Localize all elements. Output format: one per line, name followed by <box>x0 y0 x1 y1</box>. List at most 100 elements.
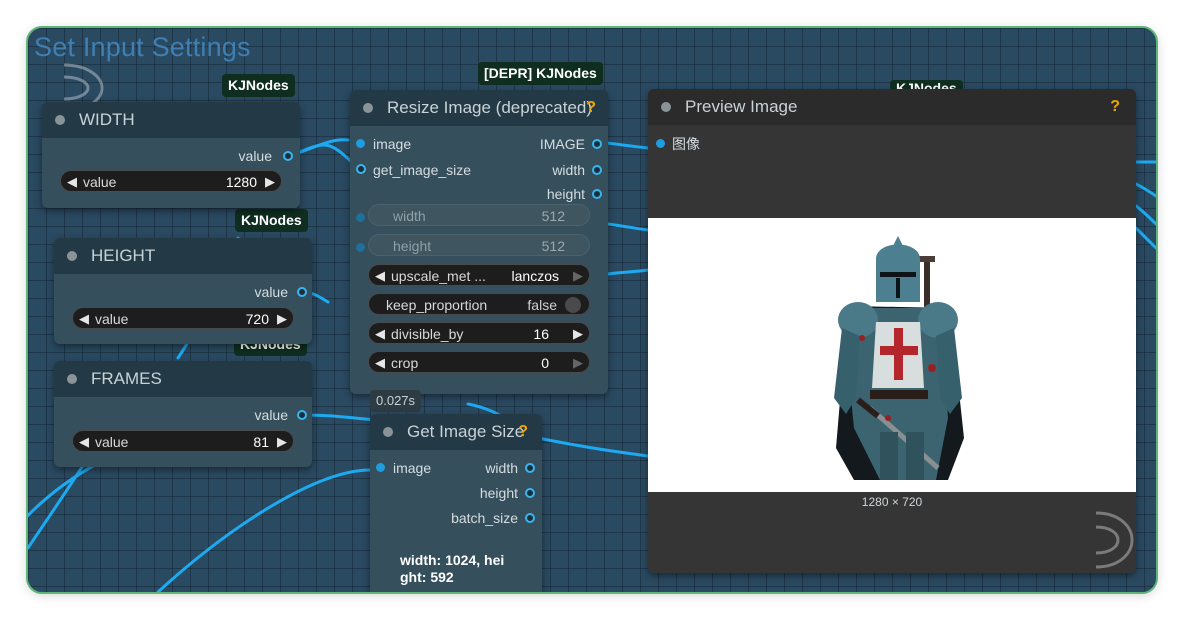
arrow-left-icon[interactable]: ◀ <box>375 265 385 287</box>
output-socket-width[interactable] <box>592 165 602 175</box>
height-node[interactable]: HEIGHT value ◀ value 720 ▶ <box>54 238 312 344</box>
arrow-left-icon[interactable]: ◀ <box>375 323 385 345</box>
resize-height-widget[interactable]: height 512 <box>368 234 590 256</box>
preview-node-title: Preview Image <box>685 97 798 116</box>
input-socket-image[interactable] <box>376 463 385 472</box>
arrow-right-icon[interactable]: ▶ <box>573 352 583 374</box>
arrow-left-icon[interactable]: ◀ <box>79 308 89 330</box>
widget-value: lanczos <box>511 268 559 284</box>
arrow-right-icon[interactable]: ▶ <box>277 308 287 330</box>
height-output-label: value <box>254 284 288 300</box>
input-socket-image[interactable] <box>356 139 365 148</box>
arrow-left-icon[interactable]: ◀ <box>375 352 385 374</box>
width-node[interactable]: WIDTH value ◀ value 1280 ▶ <box>42 102 300 208</box>
resize-width-widget[interactable]: width 512 <box>368 204 590 226</box>
arrow-right-icon[interactable]: ▶ <box>265 171 275 193</box>
frames-output-label: value <box>254 407 288 423</box>
arrow-right-icon[interactable]: ▶ <box>573 265 583 287</box>
frames-output-socket[interactable] <box>297 410 307 420</box>
upscale-method-combo[interactable]: ◀ upscale_met ... lanczos ▶ <box>368 264 590 286</box>
resize-image-node[interactable]: Resize Image (deprecated) ? image get_im… <box>350 90 608 394</box>
group-title[interactable]: Set Input Settings <box>34 32 251 63</box>
help-icon[interactable]: ? <box>586 90 596 126</box>
input-label-get-image-size: get_image_size <box>373 162 472 178</box>
wire-right-4 <box>1134 226 1156 250</box>
height-node-header[interactable]: HEIGHT <box>54 238 312 274</box>
get-image-size-node[interactable]: Get Image Size ? image width height batc… <box>370 414 542 592</box>
output-label-height: height <box>546 186 585 202</box>
widget-value: 16 <box>533 326 549 342</box>
widget-value: 81 <box>253 434 269 450</box>
help-icon[interactable]: ? <box>518 414 528 450</box>
knight-image <box>834 236 964 480</box>
divisible-by-widget[interactable]: ◀ divisible_by 16 ▶ <box>368 322 590 344</box>
preview-image-node[interactable]: Preview Image ? 图像 1280 × 720 <box>648 89 1136 573</box>
output-socket-height[interactable] <box>525 488 535 498</box>
height-badge: KJNodes <box>235 209 308 232</box>
output-label-width: width <box>552 162 585 178</box>
collapse-dot-icon[interactable] <box>363 103 373 113</box>
collapse-dot-icon[interactable] <box>661 102 671 112</box>
output-label-height: height <box>479 485 518 501</box>
resize-node-title: Resize Image (deprecated) <box>387 98 593 117</box>
input-label-image: image <box>393 460 432 476</box>
output-socket-height[interactable] <box>592 189 602 199</box>
converted-input-height-socket[interactable] <box>356 243 365 252</box>
canvas-frame[interactable]: Set Input Settings KJNodes KJNodes KJNod… <box>26 26 1158 594</box>
wire-getsize-in <box>156 468 375 592</box>
output-label-image: IMAGE <box>539 136 585 152</box>
arrow-left-icon[interactable]: ◀ <box>79 431 89 453</box>
wire-mid-1 <box>606 268 650 276</box>
input-label-image: image <box>373 136 412 152</box>
widget-value: 720 <box>245 311 269 327</box>
height-value-widget[interactable]: ◀ value 720 ▶ <box>72 307 294 329</box>
height-output-socket[interactable] <box>297 287 307 297</box>
widget-name: width <box>393 208 426 224</box>
output-socket-image[interactable] <box>592 139 602 149</box>
widget-name: value <box>95 311 129 327</box>
width-output-label: value <box>238 148 272 164</box>
widget-value: 512 <box>541 238 565 254</box>
widget-name: upscale_met ... <box>391 268 486 284</box>
converted-input-width-socket[interactable] <box>356 213 365 222</box>
frames-node-header[interactable]: FRAMES <box>54 361 312 397</box>
wire-mid-2 <box>606 222 650 232</box>
widget-name: value <box>95 434 129 450</box>
execution-time-badge: 0.027s <box>370 390 422 412</box>
wire-right-2 <box>1134 182 1156 198</box>
preview-node-header[interactable]: Preview Image ? <box>648 89 1136 125</box>
input-socket-image[interactable] <box>656 139 665 148</box>
resize-node-header[interactable]: Resize Image (deprecated) ? <box>350 90 608 126</box>
width-output-socket[interactable] <box>283 151 293 161</box>
preview-dimensions: 1280 × 720 <box>861 495 923 509</box>
output-socket-batch-size[interactable] <box>525 513 535 523</box>
output-label-batch-size: batch_size <box>451 510 518 526</box>
keep-proportion-toggle[interactable]: keep_proportion false <box>368 293 590 315</box>
toggle-knob[interactable] <box>565 297 581 313</box>
arrow-right-icon[interactable]: ▶ <box>573 323 583 345</box>
preview-canvas[interactable] <box>648 218 1136 492</box>
arrow-right-icon[interactable]: ▶ <box>277 431 287 453</box>
widget-name: keep_proportion <box>386 297 488 313</box>
collapse-dot-icon[interactable] <box>67 374 77 384</box>
output-socket-width[interactable] <box>525 463 535 473</box>
widget-name: height <box>393 238 432 254</box>
widget-name: crop <box>391 355 419 371</box>
frames-node[interactable]: FRAMES value ◀ value 81 ▶ <box>54 361 312 467</box>
crop-widget[interactable]: ◀ crop 0 ▶ <box>368 351 590 373</box>
get-size-node-header[interactable]: Get Image Size ? <box>370 414 542 450</box>
wire-mid-3 <box>536 436 650 458</box>
collapse-dot-icon[interactable] <box>55 115 65 125</box>
help-icon[interactable]: ? <box>1110 89 1120 125</box>
width-node-header[interactable]: WIDTH <box>42 102 300 138</box>
arrow-left-icon[interactable]: ◀ <box>67 171 77 193</box>
frames-value-widget[interactable]: ◀ value 81 ▶ <box>72 430 294 452</box>
width-value-widget[interactable]: ◀ value 1280 ▶ <box>60 170 282 192</box>
collapse-dot-icon[interactable] <box>67 251 77 261</box>
width-node-title: WIDTH <box>79 110 135 129</box>
collapse-dot-icon[interactable] <box>383 427 393 437</box>
frames-node-title: FRAMES <box>91 369 162 388</box>
watermark-logo-icon <box>1095 511 1134 569</box>
widget-name: value <box>83 174 117 190</box>
input-socket-get-image-size[interactable] <box>356 164 366 174</box>
